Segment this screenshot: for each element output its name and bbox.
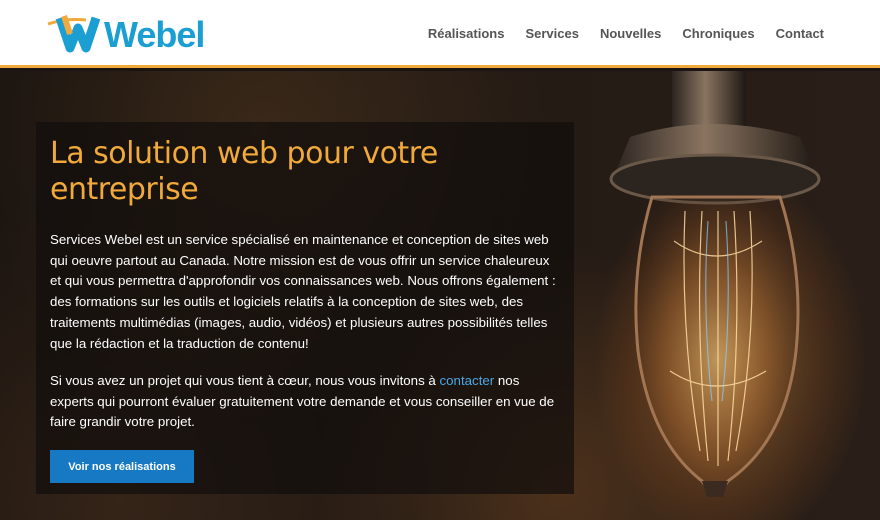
light-bulb-image: [609, 71, 821, 497]
hero-headline: La solution web pour votre entreprise: [50, 136, 438, 207]
nav-item-realisations[interactable]: Réalisations: [428, 26, 505, 41]
main-nav: Réalisations Services Nouvelles Chroniqu…: [428, 26, 824, 41]
nav-item-contact[interactable]: Contact: [776, 26, 824, 41]
hero-section: La solution web pour votre entreprise Se…: [0, 71, 880, 520]
contact-link[interactable]: contacter: [440, 373, 495, 388]
nav-item-services[interactable]: Services: [525, 26, 579, 41]
hero-paragraph-intro: Services Webel est un service spécialisé…: [50, 232, 556, 351]
site-logo[interactable]: Webel: [46, 10, 205, 55]
view-realisations-button[interactable]: Voir nos réalisations: [50, 450, 194, 483]
nav-item-chroniques[interactable]: Chroniques: [682, 26, 754, 41]
logo-text: Webel: [104, 14, 205, 55]
paragraph-text-before-link: Si vous avez un projet qui vous tient à …: [50, 373, 440, 388]
nav-item-nouvelles[interactable]: Nouvelles: [600, 26, 661, 41]
site-header: Webel Réalisations Services Nouvelles Ch…: [0, 0, 880, 68]
hero-paragraph-contact: Si vous avez un projet qui vous tient à …: [50, 371, 564, 433]
hero-card: La solution web pour votre entreprise Se…: [36, 122, 574, 494]
